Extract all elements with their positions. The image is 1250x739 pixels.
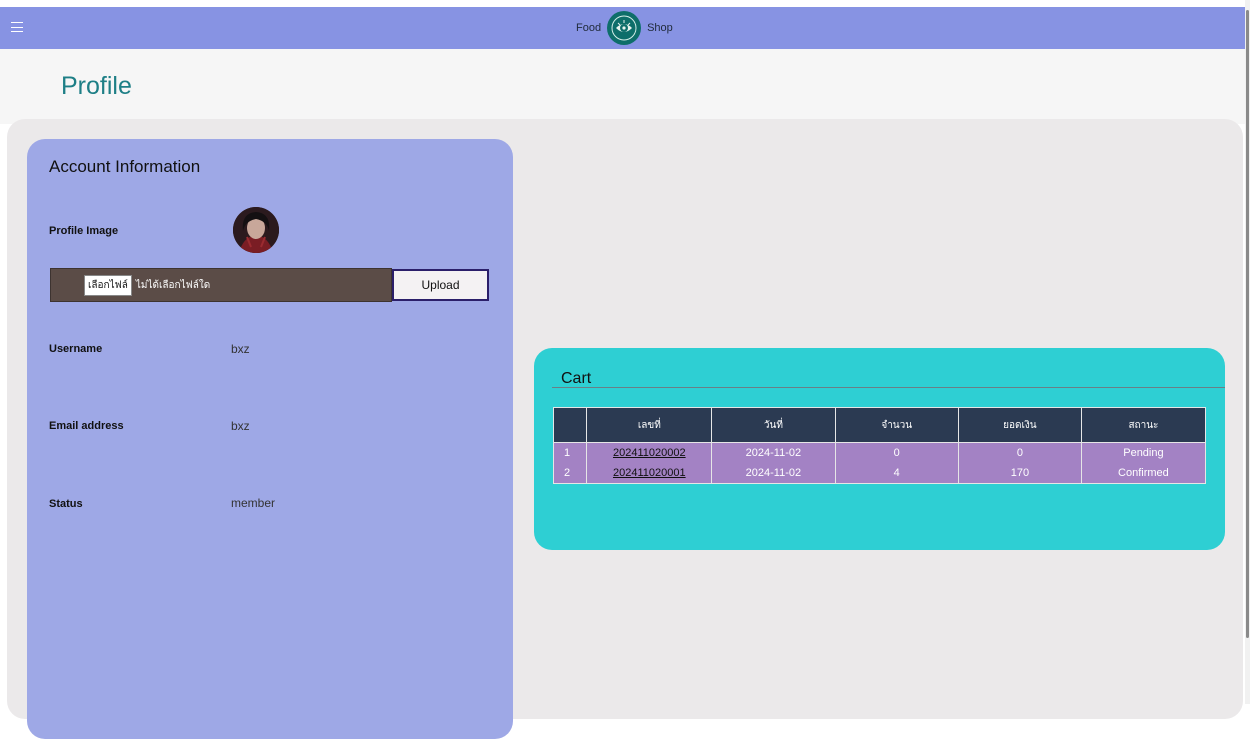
email-value: bxz	[231, 419, 250, 433]
table-row: 1 202411020002 2024-11-02 0 0 Pending	[552, 442, 1207, 463]
avatar	[233, 207, 279, 253]
email-label: Email address	[49, 420, 124, 432]
status-label: Status	[49, 498, 83, 510]
order-date: 2024-11-02	[711, 463, 836, 484]
brand[interactable]: Food Shop	[576, 10, 673, 46]
order-amount: 170	[957, 463, 1082, 484]
column-header-amount: ยอดเงิน	[957, 407, 1082, 443]
username-value: bxz	[231, 342, 250, 356]
brand-text-left: Food	[576, 22, 602, 34]
order-qty: 0	[834, 442, 959, 463]
choose-file-button[interactable]: เลือกไฟล์	[84, 274, 132, 296]
column-header-status: สถานะ	[1080, 407, 1207, 443]
eye-logo-icon	[607, 11, 642, 45]
top-navbar: Food Shop	[0, 7, 1245, 49]
cart-card: Cart เลขที่ วันที่ จำนวน ยอดเงิน สถานะ 1…	[534, 348, 1225, 550]
cart-divider	[552, 387, 1225, 388]
cart-title: Cart	[561, 370, 592, 387]
order-qty: 4	[834, 463, 959, 484]
column-header-index	[552, 407, 588, 443]
profile-image-label: Profile Image	[49, 225, 119, 237]
profile-header: Profile	[0, 49, 1245, 124]
table-header-row: เลขที่ วันที่ จำนวน ยอดเงิน สถานะ	[552, 407, 1207, 443]
vertical-scrollbar[interactable]	[1245, 0, 1250, 704]
column-header-order-no: เลขที่	[586, 407, 713, 443]
file-input[interactable]: เลือกไฟล์ ไม่ได้เลือกไฟล์ใด	[50, 268, 392, 302]
column-header-qty: จำนวน	[834, 407, 959, 443]
order-status: Confirmed	[1080, 463, 1207, 484]
main-content: Account Information Profile Image เลือกไ…	[7, 119, 1243, 739]
hamburger-menu-icon[interactable]	[11, 20, 23, 34]
order-number-link[interactable]: 202411020001	[613, 467, 686, 479]
scrollbar-thumb[interactable]	[1246, 10, 1249, 638]
column-header-date: วันที่	[711, 407, 836, 443]
row-index: 2	[552, 463, 588, 484]
table-row: 2 202411020001 2024-11-02 4 170 Confirme…	[552, 463, 1207, 484]
page-title: Profile	[61, 72, 132, 100]
cart-table: เลขที่ วันที่ จำนวน ยอดเงิน สถานะ 1 2024…	[552, 407, 1207, 484]
account-card-title: Account Information	[49, 157, 201, 176]
order-status: Pending	[1080, 442, 1207, 463]
account-information-card: Account Information Profile Image เลือกไ…	[27, 139, 513, 739]
status-value: member	[231, 496, 276, 510]
brand-text-right: Shop	[647, 22, 673, 34]
file-status-text: ไม่ได้เลือกไฟล์ใด	[135, 279, 211, 291]
order-number-link[interactable]: 202411020002	[613, 447, 686, 459]
upload-button[interactable]: Upload	[392, 269, 489, 301]
order-amount: 0	[957, 442, 1082, 463]
order-date: 2024-11-02	[711, 442, 836, 463]
username-label: Username	[49, 343, 103, 355]
row-index: 1	[552, 442, 588, 463]
